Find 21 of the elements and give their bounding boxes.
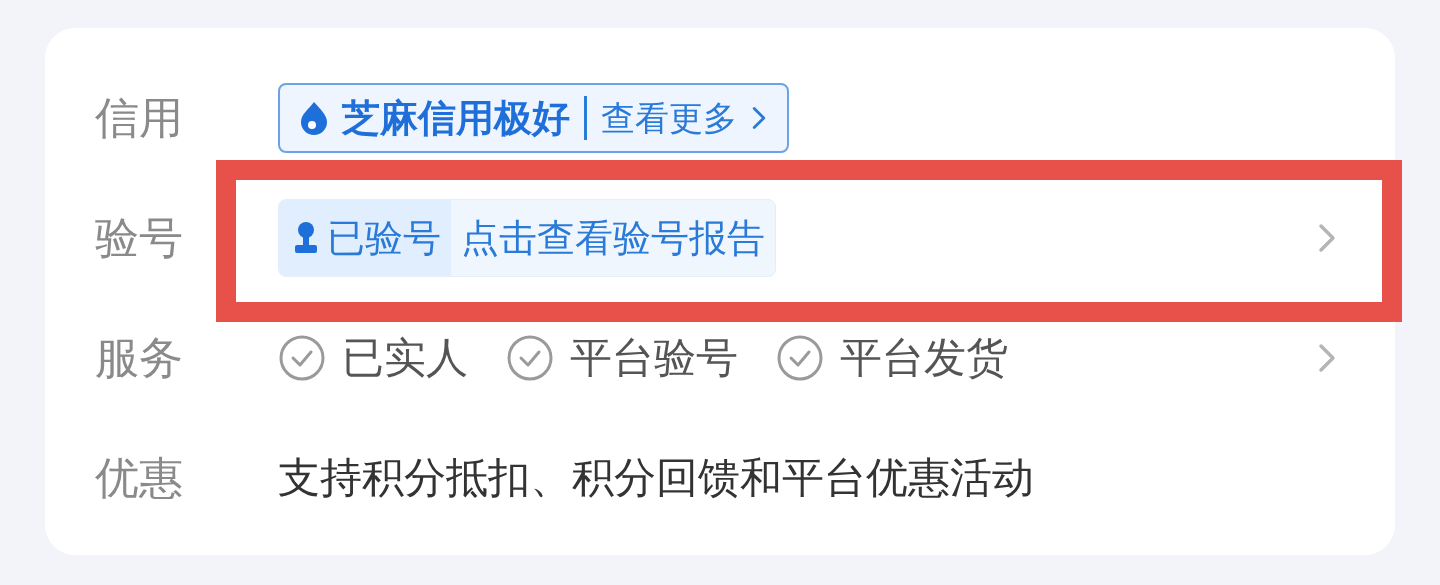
chevron-right-icon [751, 105, 767, 131]
service-label: 已实人 [342, 337, 468, 379]
check-circle-icon [278, 334, 326, 382]
row-label: 验号 [95, 216, 184, 260]
verify-report-badge[interactable]: 已验号 点击查看验号报告 [278, 199, 776, 277]
row-label: 服务 [95, 336, 184, 380]
view-more-link[interactable]: 查看更多 [601, 101, 737, 135]
check-circle-icon [776, 334, 824, 382]
stamp-icon [293, 221, 319, 255]
check-circle-icon [506, 334, 554, 382]
view-report-link[interactable]: 点击查看验号报告 [451, 219, 775, 257]
credit-badge[interactable]: 芝麻信用极好 查看更多 [278, 83, 789, 153]
credit-rating: 芝麻信用极好 [342, 99, 570, 137]
row-label: 优惠 [95, 456, 184, 500]
service-label: 平台验号 [570, 337, 738, 379]
drop-icon [300, 101, 328, 135]
promotion-text: 支持积分抵扣、积分回馈和平台优惠活动 [278, 457, 1034, 499]
chevron-right-icon [1317, 341, 1337, 375]
chevron-right-icon [1317, 221, 1337, 255]
row-label: 信用 [95, 96, 184, 140]
service-label: 平台发货 [840, 337, 1008, 379]
